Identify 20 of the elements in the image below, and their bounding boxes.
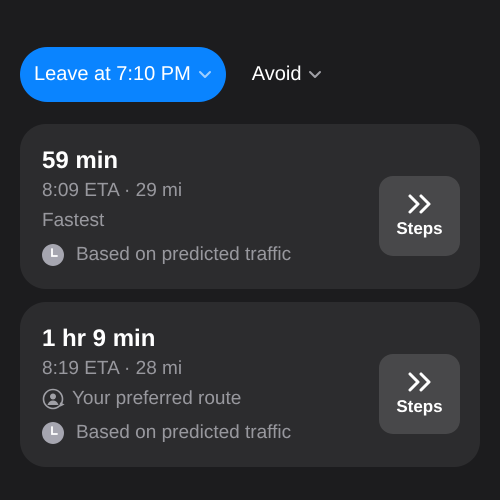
steps-button[interactable]: Steps (379, 176, 460, 256)
route-card[interactable]: 59 min 8:09 ETA · 29 mi Fastest Based on predicted traffic Steps (20, 124, 480, 289)
chevron-down-icon (198, 70, 212, 79)
route-card[interactable]: 1 hr 9 min 8:19 ETA · 28 mi Your preferred route Based on predicted traffic Steps (20, 302, 480, 467)
traffic-note: Based on predicted traffic (76, 243, 292, 267)
person-route-icon (42, 388, 66, 410)
preferred-route-note: Your preferred route (72, 387, 242, 411)
steps-button[interactable]: Steps (379, 354, 460, 434)
route-duration: 59 min (42, 146, 120, 176)
double-chevron-icon (406, 192, 432, 214)
filter-button[interactable]: Leave at 7:10 PM (20, 47, 226, 102)
traffic-note: Based on predicted traffic (76, 421, 292, 445)
clock-icon (42, 422, 64, 444)
double-chevron-icon (406, 370, 432, 392)
chevron-down-icon (308, 70, 322, 79)
route-duration: 1 hr 9 min (42, 324, 156, 354)
route-details: 8:19 ETA · 28 mi (42, 357, 184, 381)
route-details: 8:09 ETA · 29 mi (42, 179, 184, 203)
clock-icon (42, 244, 64, 266)
route-label: Fastest (42, 209, 106, 233)
